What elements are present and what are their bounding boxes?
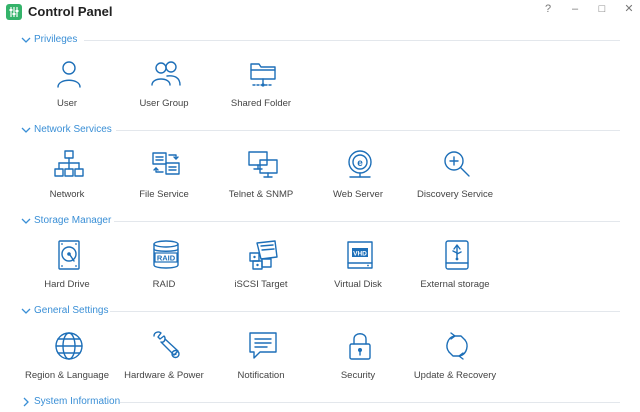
window-title: Control Panel [28,4,113,19]
tile-shared-folder[interactable]: Shared Folder [213,58,309,122]
section-divider [116,130,620,131]
svg-text:VHD: VHD [353,251,367,258]
close-button[interactable]: ✕ [620,2,638,18]
chevron-down-icon [21,308,31,314]
tile-hard-drive[interactable]: Hard Drive [19,239,115,303]
section-header-system-information[interactable]: System Information [20,395,620,411]
section-header-general-settings[interactable]: General Settings [20,304,620,320]
tile-virtual-disk[interactable]: VHD Virtual Disk [310,239,406,303]
tile-label: Telnet & SNMP [228,189,294,200]
chevron-right-icon [23,397,29,407]
tile-raid[interactable]: RAID RAID [116,239,212,303]
tile-discovery-service[interactable]: Discovery Service [407,149,503,213]
tile-label: Update & Recovery [413,370,497,381]
tile-label: Web Server [333,189,383,200]
web-server-icon: e [348,150,372,178]
section-divider [84,40,620,41]
section-header-privileges[interactable]: Privileges [20,33,620,49]
notification-icon [249,332,277,359]
tile-telnet-snmp[interactable]: Telnet & SNMP [213,149,309,213]
tile-label: Hard Drive [44,279,90,290]
tile-label: Discovery Service [416,189,494,200]
section-divider [120,402,620,403]
section-title: General Settings [34,305,109,316]
shared-folder-icon [250,63,276,87]
lock-icon [349,333,371,360]
tile-iscsi-target[interactable]: iSCSI Target [213,239,309,303]
tile-user-group[interactable]: User Group [116,58,212,122]
help-button[interactable]: ? [539,2,557,18]
tile-label: Shared Folder [230,98,292,109]
tile-label: Security [340,370,376,381]
user-group-icon [151,61,181,86]
wrench-icon [153,331,180,359]
tile-label: Region & Language [25,370,109,381]
tile-user[interactable]: User [19,58,115,122]
tile-label: File Service [139,189,189,200]
hard-drive-icon [58,240,80,270]
chevron-down-icon [21,127,31,133]
chevron-down-icon [21,37,31,43]
iscsi-target-icon [249,240,278,270]
section-title: Network Services [34,124,112,135]
tile-label: Hardware & Power [124,370,204,381]
tile-external-storage[interactable]: External storage [407,239,503,303]
tile-hardware-power[interactable]: Hardware & Power [116,330,212,394]
tile-file-service[interactable]: File Service [116,149,212,213]
tile-label: Virtual Disk [334,279,382,290]
globe-icon [55,332,83,360]
minimize-button[interactable]: – [566,2,584,18]
tile-label: RAID [152,279,176,290]
file-service-icon [152,152,180,175]
section-header-network-services[interactable]: Network Services [20,123,620,139]
discovery-service-icon [444,151,470,177]
section-title: Privileges [34,34,78,45]
tile-update-recovery[interactable]: Update & Recovery [407,330,503,394]
control-panel-app-icon [6,4,22,20]
user-icon [57,61,81,88]
tile-security[interactable]: Security [310,330,406,394]
virtual-disk-icon: VHD [347,241,373,269]
section-title: Storage Manager [34,215,112,226]
section-divider [114,221,620,222]
tile-label: Notification [237,370,285,381]
tile-label: iSCSI Target [234,279,288,290]
svg-text:RAID: RAID [157,254,176,263]
tile-label: Network [49,189,85,200]
section-header-storage-manager[interactable]: Storage Manager [20,214,620,230]
update-recovery-icon [446,332,468,360]
tile-region-language[interactable]: Region & Language [19,330,115,394]
tile-web-server[interactable]: e Web Server [310,149,406,213]
network-icon [54,150,84,177]
maximize-button[interactable]: □ [593,2,611,18]
tile-label: External storage [420,279,490,290]
tile-network[interactable]: Network [19,149,115,213]
tile-label: User [56,98,78,109]
chevron-down-icon [21,218,31,224]
external-storage-icon [445,240,469,270]
section-title: System Information [34,396,121,407]
tile-label: User Group [139,98,189,109]
raid-icon: RAID [153,240,179,269]
svg-text:e: e [357,158,363,169]
telnet-snmp-icon [248,151,278,178]
title-bar: Control Panel ? – □ ✕ [0,0,640,24]
section-divider [110,311,620,312]
tile-notification[interactable]: Notification [213,330,309,394]
